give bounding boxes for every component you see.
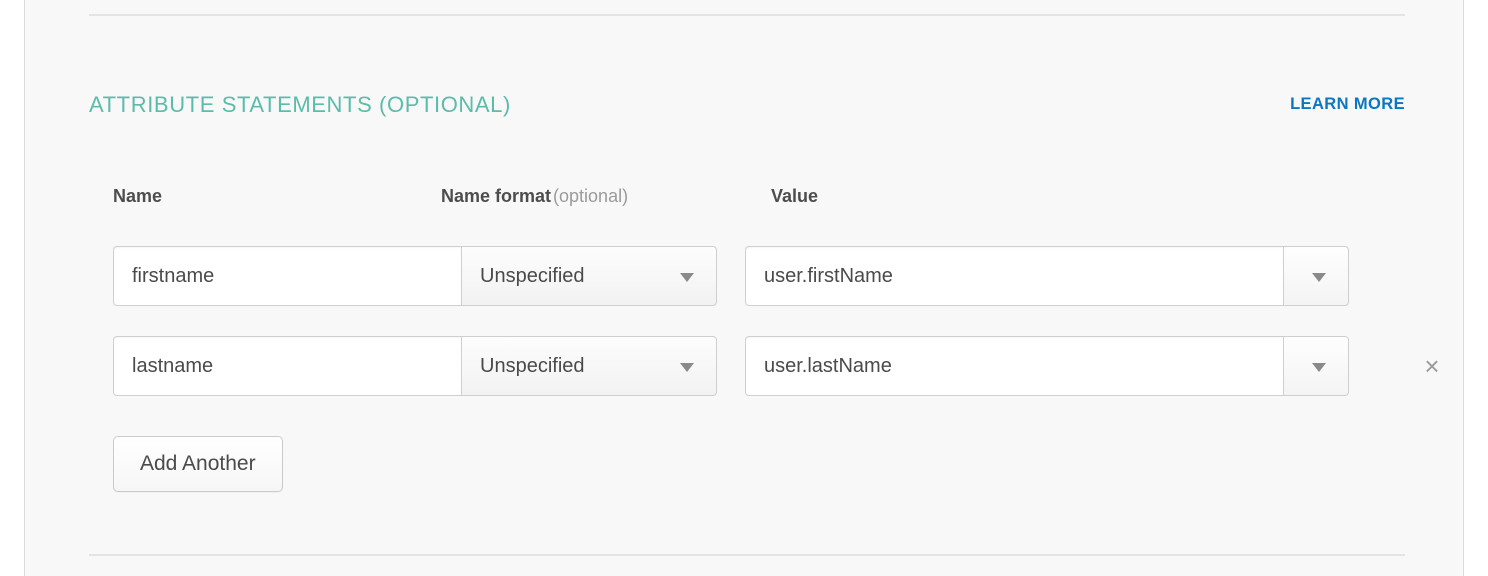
- table-row: Unspecified ×: [89, 336, 1465, 398]
- chevron-down-icon: [680, 273, 694, 282]
- value-field-group: [745, 246, 1349, 306]
- column-header-name-format: Name format (optional): [441, 186, 628, 207]
- name-format-select[interactable]: Unspecified: [461, 246, 717, 306]
- settings-panel: ATTRIBUTE STATEMENTS (OPTIONAL) LEARN MO…: [24, 0, 1464, 576]
- value-field-group: [745, 336, 1349, 396]
- attribute-statements-page: ATTRIBUTE STATEMENTS (OPTIONAL) LEARN MO…: [0, 0, 1488, 576]
- chevron-down-icon: [680, 363, 694, 372]
- section-divider-bottom: [89, 554, 1405, 556]
- attribute-name-input[interactable]: [113, 336, 461, 396]
- section-divider-top: [89, 14, 1405, 16]
- remove-row-icon[interactable]: ×: [1415, 349, 1449, 383]
- value-dropdown-button[interactable]: [1283, 336, 1349, 396]
- column-header-name-format-label: Name format: [441, 186, 552, 206]
- attribute-name-input[interactable]: [113, 246, 461, 306]
- attribute-value-input[interactable]: [745, 246, 1283, 306]
- add-another-button[interactable]: Add Another: [113, 436, 283, 492]
- name-format-select-value: Unspecified: [480, 264, 585, 287]
- name-format-select[interactable]: Unspecified: [461, 336, 717, 396]
- name-field-group: Unspecified: [113, 336, 717, 396]
- learn-more-link[interactable]: LEARN MORE: [1290, 95, 1405, 114]
- name-format-select-value: Unspecified: [480, 354, 585, 377]
- section-header: ATTRIBUTE STATEMENTS (OPTIONAL) LEARN MO…: [89, 92, 1405, 124]
- attribute-value-input[interactable]: [745, 336, 1283, 396]
- column-header-value: Value: [771, 186, 819, 206]
- column-header-name-format-optional: (optional): [553, 186, 629, 206]
- value-dropdown-button[interactable]: [1283, 246, 1349, 306]
- attribute-rows: Unspecified Unspecified: [89, 246, 1465, 426]
- column-header-name: Name: [113, 186, 163, 206]
- name-field-group: Unspecified: [113, 246, 717, 306]
- chevron-down-icon: [1312, 363, 1326, 372]
- column-headers: Name Name format (optional) Value: [89, 186, 1405, 212]
- page-title: ATTRIBUTE STATEMENTS (OPTIONAL): [89, 92, 511, 117]
- table-row: Unspecified: [89, 246, 1465, 308]
- chevron-down-icon: [1312, 273, 1326, 282]
